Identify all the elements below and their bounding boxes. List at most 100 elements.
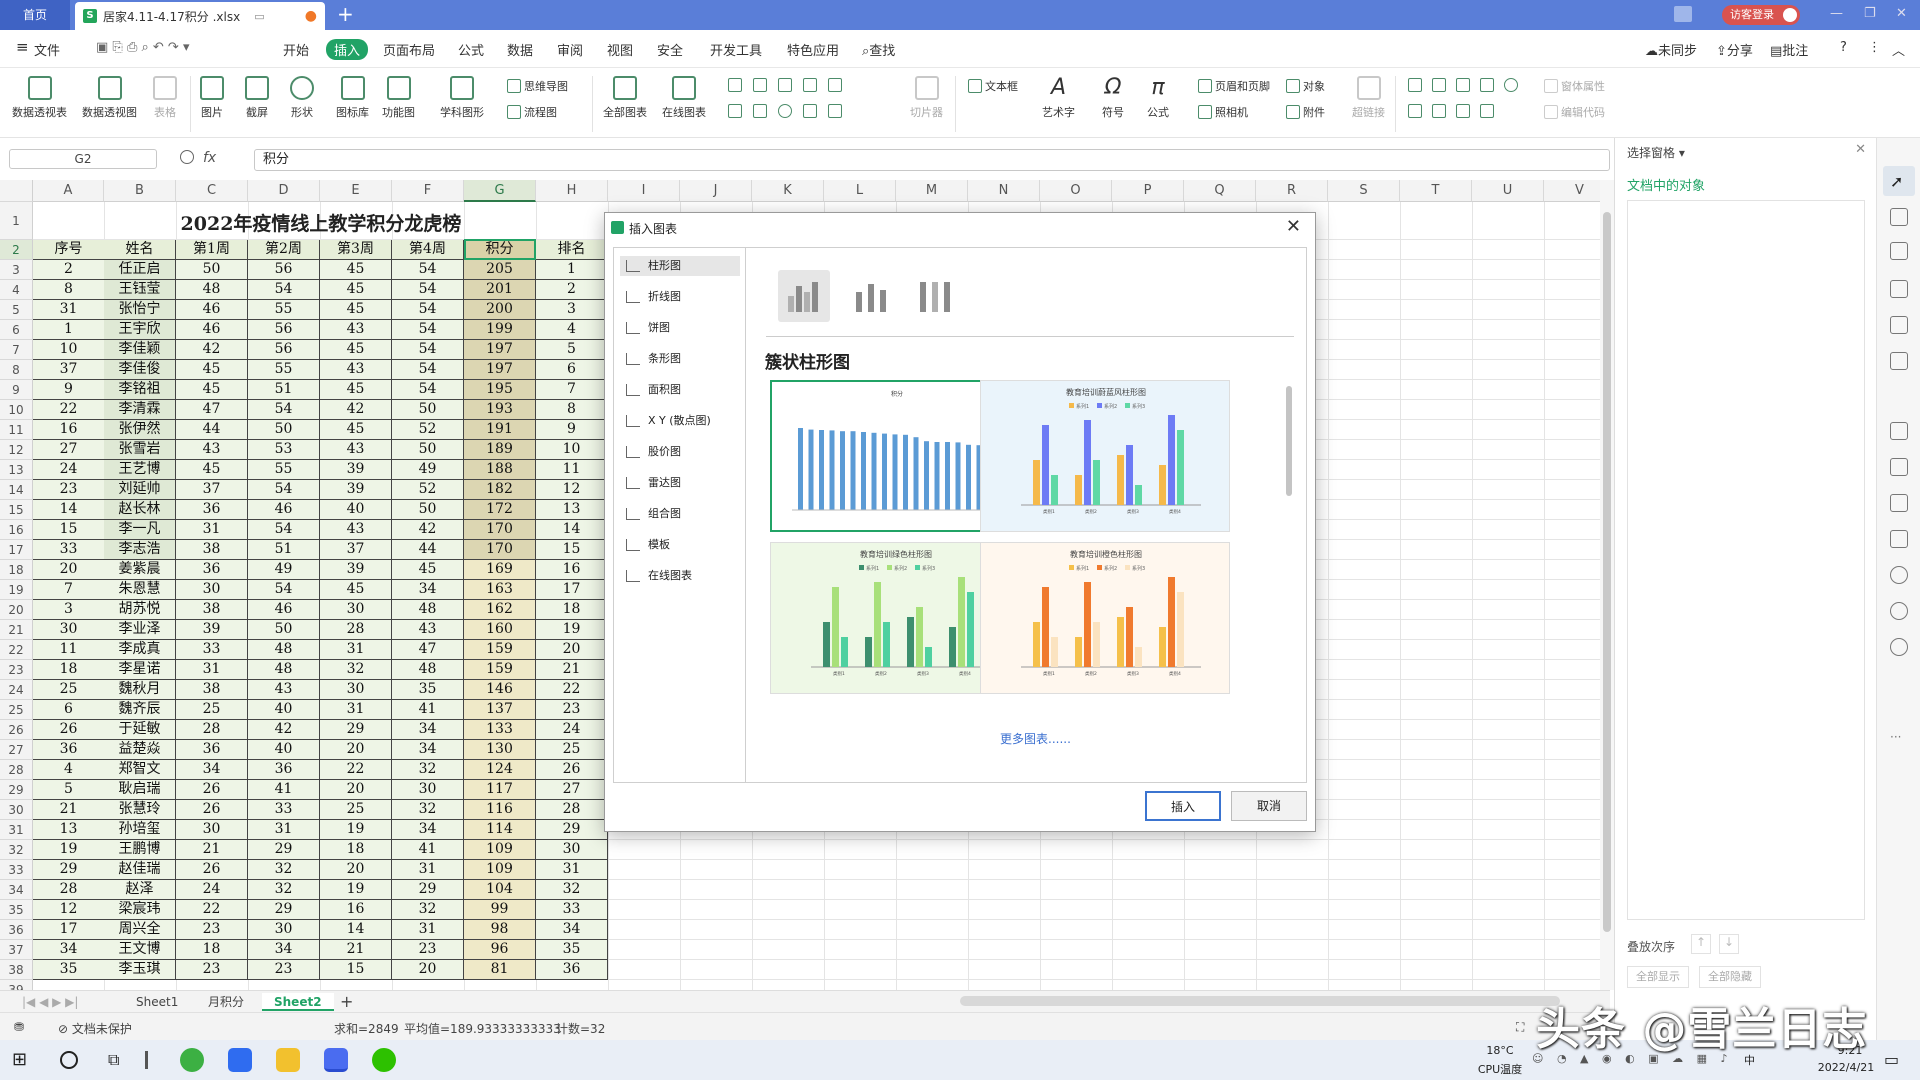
export-icon[interactable] [1890,458,1908,476]
file-explorer-icon[interactable] [276,1048,300,1072]
sheet-tab-1[interactable]: Sheet1 [124,993,190,1011]
table-cell[interactable]: 10 [536,440,608,460]
table-cell[interactable]: 20 [392,960,464,980]
table-cell[interactable]: 30 [176,580,248,600]
table-cell[interactable]: 24 [536,720,608,740]
table-cell[interactable]: 45 [176,380,248,400]
table-cell[interactable]: 7 [33,580,105,600]
macro-icon[interactable]: ⛃ [14,1020,24,1034]
objects-list[interactable] [1627,200,1865,920]
table-cell[interactable]: 169 [464,560,536,580]
subject-graphics-button[interactable]: 学科图形 [440,76,484,120]
table-cell[interactable]: 197 [464,340,536,360]
table-cell[interactable]: 48 [392,660,464,680]
table-cell[interactable]: 13 [536,500,608,520]
table-cell[interactable]: 29 [33,860,105,880]
slicer-button[interactable]: 切片器 [910,76,943,120]
camera-button[interactable]: 照相机 [1198,104,1248,120]
table-cell[interactable]: 李业泽 [104,620,176,640]
column-header[interactable]: O [1040,180,1112,202]
menu-page-layout[interactable]: 页面布局 [383,40,435,59]
table-cell[interactable]: 张慧玲 [104,800,176,820]
table-cell[interactable]: 李成真 [104,640,176,660]
table-cell[interactable]: 50 [176,260,248,280]
table-cell[interactable]: 34 [536,920,608,940]
table-cell[interactable]: 23 [536,700,608,720]
insert-button[interactable]: 插入 [1145,791,1221,821]
close-icon[interactable]: ✕ [1855,142,1866,157]
minimize-icon[interactable]: — [1830,6,1843,21]
column-header[interactable]: T [1400,180,1472,202]
table-cell[interactable]: 42 [392,520,464,540]
table-cell[interactable]: 56 [248,320,320,340]
table-cell[interactable]: 30 [536,840,608,860]
header-cell[interactable]: 第3周 [320,240,392,260]
table-cell[interactable]: 46 [176,320,248,340]
header-cell[interactable]: 第1周 [176,240,248,260]
login-button[interactable]: 访客登录 [1722,5,1800,25]
row-header[interactable]: 6 [0,320,33,340]
table-cell[interactable]: 133 [464,720,536,740]
column-header[interactable]: J [680,180,752,202]
table-cell[interactable]: 于延敏 [104,720,176,740]
menu-start[interactable]: 开始 [283,40,309,59]
table-cell[interactable]: 53 [248,440,320,460]
table-cell[interactable]: 42 [176,340,248,360]
table-cell[interactable]: 张雪岩 [104,440,176,460]
table-cell[interactable]: 1 [33,320,105,340]
table-cell[interactable]: 14 [33,500,105,520]
table-cell[interactable]: 96 [464,940,536,960]
table-cell[interactable]: 32 [392,760,464,780]
chart-type-8[interactable]: 组合图 [620,504,740,524]
home-tab[interactable]: 首页 [0,0,70,30]
row-header[interactable]: 37 [0,940,33,960]
row-header[interactable]: 3 [0,260,33,280]
table-cell[interactable]: 28 [320,620,392,640]
table-cell[interactable]: 15 [320,960,392,980]
table-cell[interactable]: 29 [248,840,320,860]
row-header[interactable]: 23 [0,660,33,680]
table-cell[interactable]: 45 [320,380,392,400]
table-cell[interactable]: 20 [320,740,392,760]
menu-data[interactable]: 数据 [507,40,533,59]
windows-start-icon[interactable]: ⊞ [12,1048,36,1072]
table-cell[interactable]: 37 [176,480,248,500]
grid-apps-icon[interactable] [1890,316,1908,334]
table-cell[interactable]: 34 [248,940,320,960]
hamburger-icon[interactable]: ≡ [16,38,29,56]
table-cell[interactable]: 18 [33,660,105,680]
search-circle-icon[interactable] [60,1051,78,1069]
table-cell[interactable]: 魏秋月 [104,680,176,700]
column-header[interactable]: U [1472,180,1544,202]
menu-view[interactable]: 视图 [607,40,633,59]
table-cell[interactable]: 28 [176,720,248,740]
table-cell[interactable]: 43 [392,620,464,640]
table-cell[interactable]: 49 [248,560,320,580]
table-cell[interactable]: 189 [464,440,536,460]
table-cell[interactable]: 王艺博 [104,460,176,480]
row-header[interactable]: 4 [0,280,33,300]
header-cell[interactable]: 序号 [33,240,105,260]
table-cell[interactable]: 37 [320,540,392,560]
share-button[interactable]: ⇪分享 [1716,40,1753,59]
picture-button[interactable]: 图片 [200,76,224,120]
table-cell[interactable]: 43 [320,320,392,340]
table-cell[interactable]: 81 [464,960,536,980]
history-icon[interactable] [1890,602,1908,620]
column-header[interactable]: G [464,180,536,202]
table-cell[interactable]: 31 [392,860,464,880]
send-backward-icon[interactable]: ↓ [1719,934,1739,954]
cancel-button[interactable]: 取消 [1231,791,1307,821]
table-cell[interactable]: 12 [536,480,608,500]
row-header[interactable]: 22 [0,640,33,660]
table-cell[interactable]: 任正启 [104,260,176,280]
dingtalk-icon[interactable] [228,1048,252,1072]
row-header[interactable]: 9 [0,380,33,400]
table-cell[interactable]: 191 [464,420,536,440]
table-cell[interactable]: 益楚焱 [104,740,176,760]
table-cell[interactable]: 23 [176,960,248,980]
table-cell[interactable]: 48 [392,600,464,620]
row-header[interactable]: 17 [0,540,33,560]
quick-access-icons[interactable]: ▣ ⎘ ⎙ ⌕ ↶ ↷ ▾ [96,40,189,55]
all-charts-button[interactable]: 全部图表 [603,76,647,120]
